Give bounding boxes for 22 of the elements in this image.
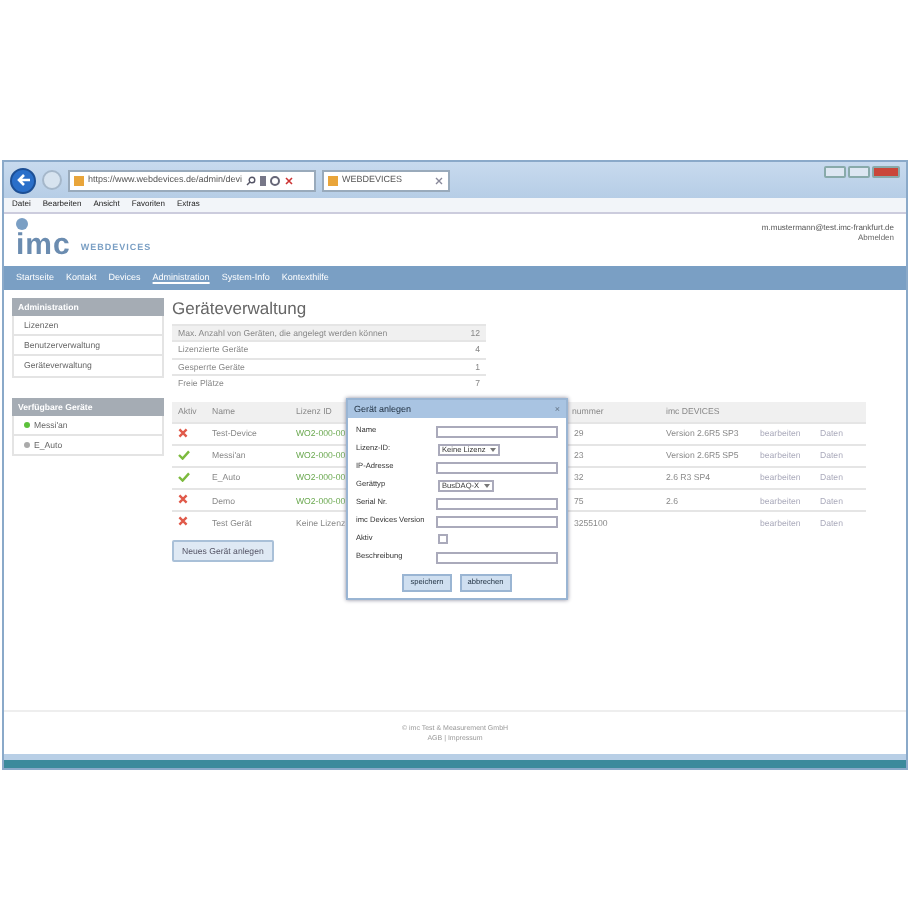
search-icon[interactable] <box>246 175 257 185</box>
back-button[interactable] <box>10 167 36 193</box>
page-title: Geräteverwaltung <box>172 298 309 319</box>
close-button[interactable] <box>872 166 900 178</box>
page-icon <box>328 175 338 185</box>
minimize-button[interactable] <box>824 166 846 178</box>
input-field[interactable] <box>436 497 558 509</box>
forward-button[interactable] <box>42 170 62 190</box>
close-icon[interactable] <box>284 175 295 185</box>
checkbox[interactable] <box>438 534 448 544</box>
input-field[interactable] <box>436 425 558 437</box>
close-icon[interactable] <box>434 175 444 185</box>
logo-text: imc <box>16 230 71 260</box>
back-arrow-icon <box>15 172 31 188</box>
input-field[interactable] <box>436 461 558 473</box>
logo-dot <box>16 218 28 230</box>
input-field[interactable] <box>436 551 558 563</box>
caret-icon <box>489 447 496 451</box>
input-field[interactable] <box>436 515 558 527</box>
maximize-button[interactable] <box>848 166 870 178</box>
page-icon <box>74 175 84 185</box>
caret-icon <box>483 483 490 487</box>
